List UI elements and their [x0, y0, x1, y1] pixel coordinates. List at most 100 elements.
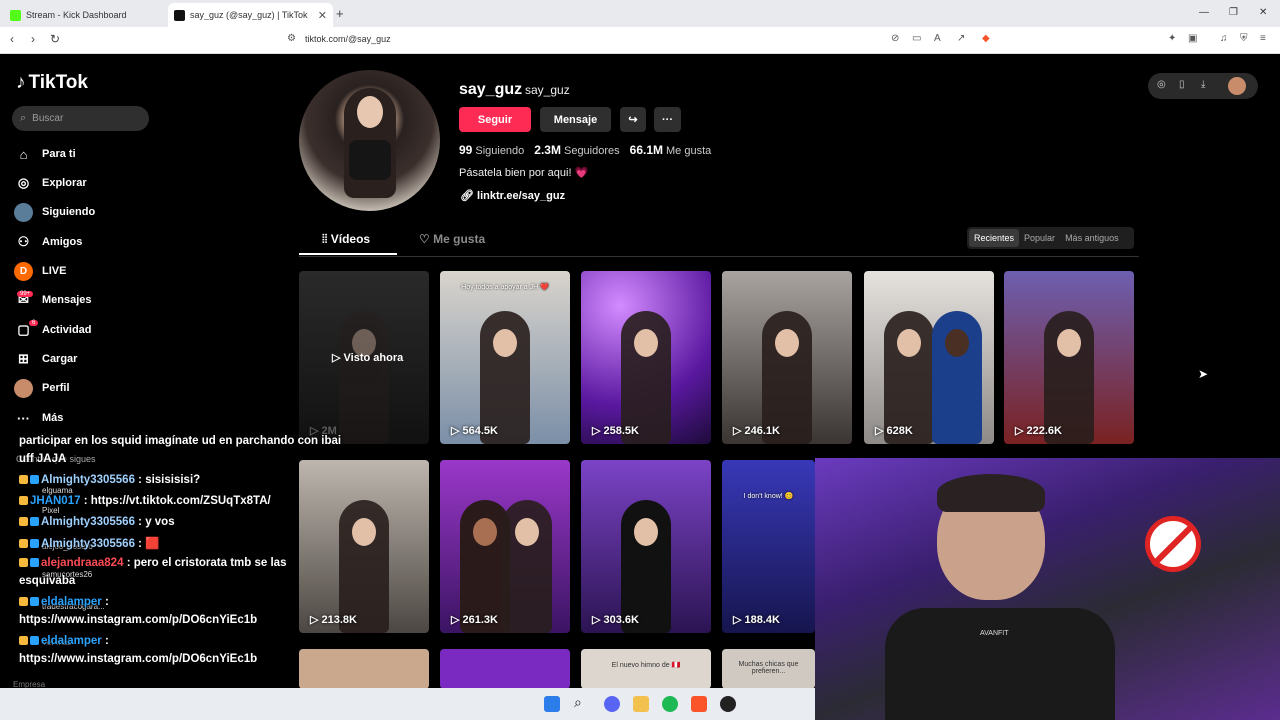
- device-icon[interactable]: ▯: [1179, 79, 1185, 90]
- cast-icon[interactable]: ▭: [912, 33, 921, 44]
- sidebar-item-para-ti[interactable]: ⌂ Para ti: [14, 143, 76, 165]
- forward-icon[interactable]: ›: [31, 32, 35, 46]
- chat-message: participar en los squid imagínate ud en …: [19, 435, 342, 447]
- new-tab-icon[interactable]: +: [336, 6, 344, 21]
- sidebar-item-siguiendo[interactable]: Siguiendo: [14, 201, 95, 223]
- tab-videos[interactable]: ⦙⦙ Vídeos: [322, 232, 370, 247]
- view-count: ▷ 261.3K: [451, 614, 498, 626]
- following-stat[interactable]: 99 Siguiendo: [459, 143, 524, 157]
- video-card[interactable]: ▷ 246.1K: [722, 271, 852, 444]
- mouse-cursor-icon: ➤: [1198, 367, 1209, 381]
- video-card[interactable]: ▷ 258.5K: [581, 271, 711, 444]
- link-icon: 🔗︎: [460, 190, 474, 202]
- followers-stat[interactable]: 2.3M Seguidores: [534, 143, 619, 157]
- chat-message: eldalamper :: [19, 596, 109, 608]
- kick-favicon-icon: [10, 9, 21, 21]
- sidebar-item-perfil[interactable]: Perfil: [14, 377, 70, 399]
- sidebar-item-cargar[interactable]: ⊞ Cargar: [14, 348, 77, 370]
- download-icon[interactable]: ⤓: [1201, 79, 1205, 90]
- more-options-icon[interactable]: ···: [654, 107, 681, 132]
- file-explorer-icon[interactable]: [633, 696, 649, 712]
- close-window-icon[interactable]: ✕: [1259, 7, 1267, 18]
- video-card[interactable]: Muchas chicas que prefieren...: [722, 649, 815, 688]
- sidebar-item-mas[interactable]: ··· Más: [14, 407, 63, 429]
- search-taskbar-icon[interactable]: ⌕: [574, 694, 590, 710]
- brave-shield-icon[interactable]: ◆: [982, 33, 990, 44]
- tiktok-logo[interactable]: ♪ TikTok: [16, 72, 88, 94]
- sidebar-item-actividad[interactable]: ▢ Actividad: [14, 319, 91, 341]
- video-card[interactable]: El nuevo himno de 🇵🇪: [581, 649, 711, 688]
- video-card[interactable]: ▷ Visto ahora ▷ 2M: [299, 271, 429, 444]
- search-icon: ⌕: [20, 112, 27, 124]
- view-count: ▷ 188.4K: [733, 614, 780, 626]
- reload-icon[interactable]: ↻: [50, 32, 60, 46]
- activity-badge: 6: [29, 320, 39, 326]
- sidebar-item-amigos[interactable]: ⚇ Amigos: [14, 231, 83, 253]
- translate-icon[interactable]: A: [934, 33, 941, 44]
- grid-icon: ⦙⦙: [322, 232, 328, 246]
- sort-recientes[interactable]: Recientes: [969, 229, 1020, 247]
- sort-mas-antiguos[interactable]: Más antiguos: [1060, 229, 1124, 247]
- following-account[interactable]: elguama: [42, 486, 73, 495]
- tracking-icon[interactable]: ⊘: [891, 33, 899, 44]
- url-field[interactable]: tiktok.com/@say_guz: [305, 34, 391, 44]
- no-sign-icon: [1145, 516, 1201, 572]
- discord-icon[interactable]: [604, 696, 620, 712]
- back-icon[interactable]: ‹: [10, 32, 14, 46]
- windows-taskbar: ⌕: [0, 688, 815, 720]
- footer-empresa[interactable]: Empresa: [13, 680, 45, 688]
- tab-title: Stream - Kick Dashboard: [26, 10, 127, 20]
- profile-link[interactable]: 🔗︎ linktr.ee/say_guz: [460, 189, 565, 202]
- wallet-icon[interactable]: ▣: [1188, 33, 1197, 44]
- tab-me-gusta[interactable]: ♡ Me gusta: [419, 232, 485, 246]
- chat-message: JHAN017 : https://vt.tiktok.com/ZSUqTx8T…: [19, 495, 271, 507]
- close-tab-icon[interactable]: ✕: [318, 9, 327, 22]
- vpn-icon[interactable]: ⛨: [1240, 33, 1248, 44]
- following-account[interactable]: Pixel: [42, 506, 59, 515]
- sidebar-item-explorar[interactable]: ◎ Explorar: [14, 172, 87, 194]
- shirt-logo: AVANFIT: [980, 630, 1009, 637]
- chat-message: Almighty3305566 : 🟥: [19, 536, 160, 550]
- tiktok-favicon-icon: [174, 9, 185, 21]
- search-input[interactable]: ⌕ Buscar: [12, 106, 149, 131]
- video-card[interactable]: ▷ 213.8K: [299, 460, 429, 633]
- chat-message: Almighty3305566 : y vos: [19, 516, 175, 528]
- brave-icon[interactable]: [691, 696, 707, 712]
- video-card[interactable]: ▷ 261.3K: [440, 460, 570, 633]
- obs-icon[interactable]: [720, 696, 736, 712]
- video-card[interactable]: Hoy todos a apoyar a JH ❤️ ▷ 564.5K: [440, 271, 570, 444]
- spotify-icon[interactable]: [662, 696, 678, 712]
- video-card[interactable]: ▷ 303.6K: [581, 460, 711, 633]
- browser-tab-tiktok[interactable]: say_guz (@say_guz) | TikTok ✕: [168, 3, 333, 27]
- share-page-icon[interactable]: ↗: [957, 33, 965, 44]
- video-card[interactable]: [440, 649, 570, 688]
- view-count: ▷ 258.5K: [592, 425, 639, 437]
- more-icon: ···: [17, 410, 30, 426]
- tab-title: say_guz (@say_guz) | TikTok: [190, 10, 308, 20]
- view-count: ▷ 213.8K: [310, 614, 357, 626]
- music-icon[interactable]: ♫: [1220, 33, 1228, 44]
- sort-popular[interactable]: Popular: [1019, 229, 1060, 247]
- profile-avatar-icon: [14, 378, 33, 398]
- follow-button[interactable]: Seguir: [459, 107, 531, 132]
- restore-icon[interactable]: ❐: [1229, 7, 1238, 18]
- live-icon: D: [14, 261, 33, 281]
- chat-message: https://www.instagram.com/p/DO6cnYiEc1b: [19, 614, 258, 626]
- extensions-icon[interactable]: ✦: [1168, 33, 1176, 44]
- watched-now-label: ▷ Visto ahora: [332, 352, 404, 364]
- coins-icon[interactable]: ◎: [1157, 79, 1166, 90]
- video-card[interactable]: I don't know! 😊 ▷ 188.4K: [722, 460, 815, 633]
- video-card[interactable]: ▷ 628K: [864, 271, 994, 444]
- video-card[interactable]: [299, 649, 429, 688]
- site-info-icon[interactable]: ⚙: [287, 33, 296, 44]
- sidebar-item-live[interactable]: D LIVE: [14, 260, 66, 282]
- user-avatar-icon[interactable]: [1228, 77, 1246, 95]
- video-card[interactable]: ▷ 222.6K: [1004, 271, 1134, 444]
- minimize-icon[interactable]: —: [1199, 7, 1209, 18]
- active-tab-underline: [299, 253, 397, 255]
- share-icon[interactable]: ↪: [620, 107, 646, 132]
- menu-icon[interactable]: ≡: [1260, 33, 1266, 44]
- message-button[interactable]: Mensaje: [540, 107, 611, 132]
- browser-tab-kick[interactable]: Stream - Kick Dashboard: [4, 3, 169, 27]
- start-icon[interactable]: [544, 696, 560, 712]
